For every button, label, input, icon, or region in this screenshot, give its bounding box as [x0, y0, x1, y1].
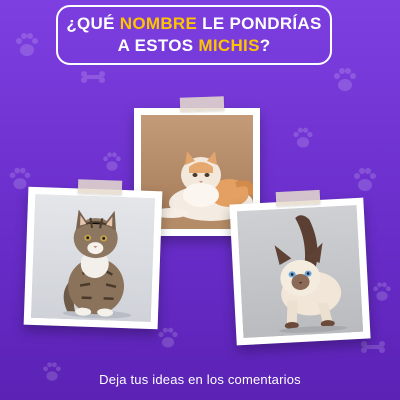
headline-text: ¿QUÉ [66, 14, 120, 33]
headline-box: ¿QUÉ NOMBRE LE PONDRÍAS A ESTOS MICHIS? [56, 5, 332, 65]
headline-highlight: MICHIS [198, 36, 260, 55]
bone-icon [361, 341, 385, 353]
headline-line-1: ¿QUÉ NOMBRE LE PONDRÍAS [66, 13, 321, 35]
tabby-kitten-image [30, 193, 156, 323]
tape-strip [77, 179, 123, 195]
bone-icon [81, 71, 105, 83]
paw-icon [334, 68, 356, 91]
paw-icon [373, 282, 391, 301]
tape-strip [179, 96, 225, 112]
headline-text: ? [259, 36, 271, 55]
headline-text: LE PONDRÍAS [197, 14, 322, 33]
paw-icon [103, 152, 121, 171]
caption-text: Deja tus ideas en los comentarios [99, 372, 301, 387]
headline-line-2: A ESTOS MICHIS? [118, 35, 271, 57]
paw-icon [354, 168, 376, 191]
siamese-kitten-image [236, 204, 364, 339]
paw-icon [293, 127, 313, 148]
headline-highlight: NOMBRE [119, 14, 198, 33]
paw-icon [158, 327, 178, 348]
headline-text: A ESTOS [117, 36, 199, 55]
tape-strip [275, 189, 321, 207]
paw-icon [16, 33, 38, 56]
photo-tabby-kitten [23, 186, 163, 330]
photo-siamese-kitten [229, 197, 371, 346]
